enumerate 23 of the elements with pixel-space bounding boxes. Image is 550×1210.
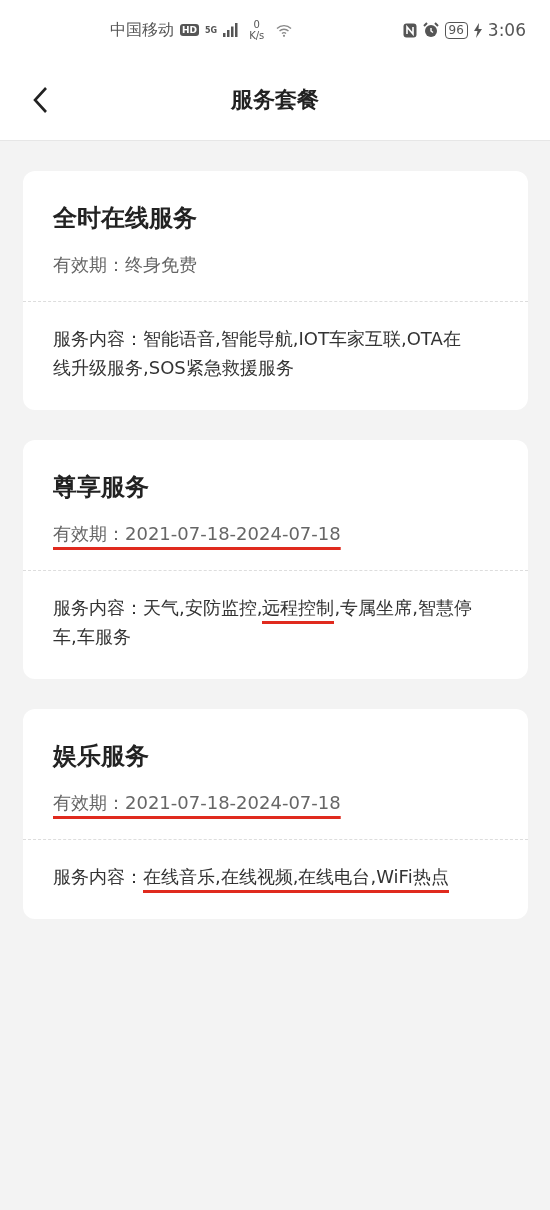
carrier-name: 中国移动	[110, 19, 174, 41]
page-title: 服务套餐	[231, 86, 319, 114]
speed-unit: K/s	[249, 30, 265, 41]
service-content-text: 服务内容：天气,安防监控,远程控制,专属坐席,智慧停车,车服务	[52, 596, 473, 649]
service-content-text: 服务内容：智能语音,智能导航,IOT车家互联,OTA在线升级服务,SOS紧急救援服务	[52, 327, 462, 380]
card-title: 娱乐服务	[53, 741, 150, 772]
hd-badge: HD	[180, 24, 199, 36]
card-title: 全时在线服务	[53, 203, 198, 234]
signal-icon	[223, 23, 240, 37]
nfc-icon	[402, 22, 417, 38]
service-content-text: 服务内容：在线音乐,在线视频,在线电台,WiFi热点	[23, 840, 528, 919]
card-title: 尊享服务	[53, 472, 150, 503]
validity-text: 有效期：终身免费	[53, 253, 198, 277]
validity-text: 有效期：2021-07-18-2024-07-18	[53, 791, 342, 815]
battery-level: 96	[444, 21, 468, 39]
back-icon	[32, 86, 48, 114]
speed-value: 0	[253, 19, 260, 30]
wifi-icon	[276, 23, 293, 37]
validity-text: 有效期：2021-07-18-2024-07-18	[53, 522, 342, 546]
clock-time: 3:06	[487, 20, 526, 40]
alarm-icon	[422, 22, 439, 38]
network-type: 5G	[205, 25, 218, 35]
charging-icon	[473, 22, 482, 38]
